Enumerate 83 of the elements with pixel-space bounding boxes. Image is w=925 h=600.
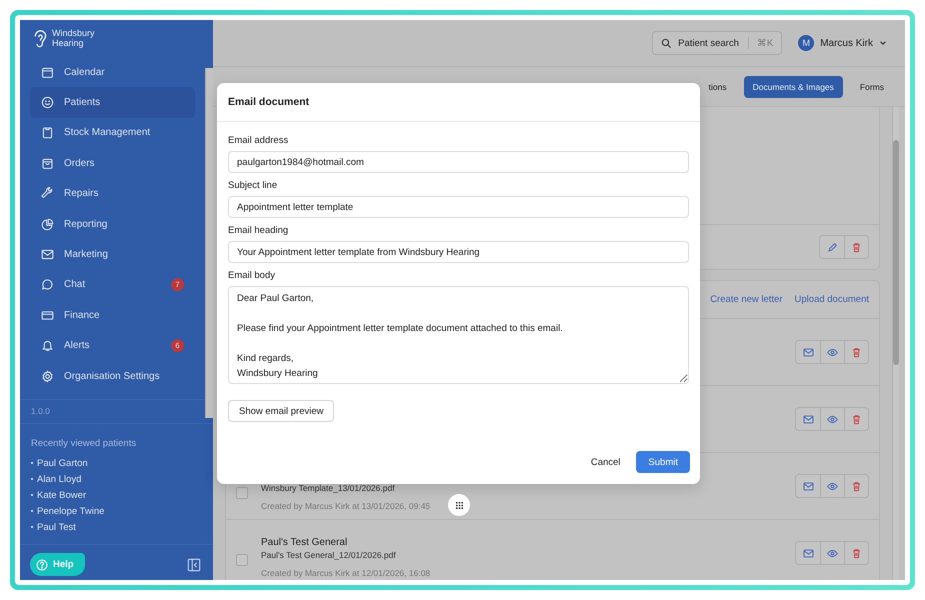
recent-patient-link[interactable]: Penelope Twine (31, 503, 202, 520)
avatar: M (798, 35, 814, 51)
checkbox[interactable] (236, 554, 248, 566)
patient-search-button[interactable]: Patient search ⌘K (652, 31, 782, 55)
field-label: Email body (228, 270, 276, 283)
field-label: Email address (228, 135, 290, 148)
user-name: Marcus Kirk (820, 38, 873, 48)
tab[interactable]: Forms (850, 76, 893, 98)
gear-icon (41, 370, 54, 383)
created-by-text: Created by Marcus Kirk at 13/01/2026, 09:45 (261, 500, 430, 510)
ear-logo-icon (32, 28, 49, 49)
show-preview-button[interactable]: Show email preview (228, 400, 334, 422)
tab[interactable]: tions (700, 76, 736, 98)
input-field[interactable]: paulgarton1984@hotmail.com (228, 151, 689, 173)
calendar-icon (41, 66, 54, 79)
envelope-icon (802, 414, 814, 424)
nav-item[interactable]: Calendar (30, 57, 195, 88)
bell-icon (41, 339, 54, 352)
nav-item[interactable]: Finance (30, 300, 195, 331)
envelope-icon (802, 548, 814, 558)
card-icon (41, 308, 54, 322)
trash-icon (851, 548, 862, 558)
trash-icon (851, 414, 862, 424)
scrollbar[interactable] (892, 107, 899, 580)
shortcut-label: ⌘K (748, 37, 774, 49)
field-label: Subject line (228, 180, 278, 193)
created-by-text: Created by Marcus Kirk at 12/01/2026, 16:08 (261, 568, 430, 578)
nav-item[interactable]: Organisation Settings (30, 360, 195, 392)
recent-patient-link[interactable]: Kate Bower (31, 487, 202, 504)
recent-patient-link[interactable]: Paul Garton (31, 455, 202, 472)
document-title: Paul's Test General (261, 536, 348, 550)
nav-item[interactable]: Repairs (30, 178, 195, 209)
delete-button[interactable] (844, 236, 868, 258)
nav-item[interactable]: Marketing (30, 239, 195, 270)
tab[interactable]: Documents & Images (744, 76, 843, 98)
action-link[interactable]: Create new letter (710, 294, 783, 305)
pie-icon (41, 218, 54, 231)
grid-dots-icon (454, 500, 464, 510)
envelope-icon (802, 480, 814, 492)
eye-icon (827, 414, 838, 424)
checkbox[interactable] (236, 487, 248, 499)
search-icon (661, 38, 672, 48)
brand-name: Windsbury Hearing (52, 29, 96, 48)
file-name: Winsbury Template_13/01/2026.pdf (261, 482, 396, 495)
eye-icon (827, 480, 838, 492)
wrench-icon (41, 187, 54, 200)
delete-button[interactable] (844, 341, 868, 363)
recent-patient-link[interactable]: Alan Lloyd (31, 471, 202, 488)
recent-patients-heading: Recently viewed patients (31, 438, 138, 450)
action-link[interactable]: Upload document (794, 294, 869, 305)
input-field[interactable]: Appointment letter template (228, 196, 689, 218)
nav-item[interactable]: Stock Management (30, 118, 195, 148)
user-menu[interactable]: M Marcus Kirk (798, 35, 887, 51)
trash-icon (851, 480, 862, 492)
cancel-button[interactable]: Cancel (586, 452, 624, 472)
delete-button[interactable] (844, 408, 868, 430)
bag-icon (41, 156, 54, 170)
mail-icon (41, 248, 54, 262)
envelope-icon (802, 346, 814, 358)
nav-item[interactable]: Orders (30, 148, 195, 179)
pencil-icon (826, 242, 838, 252)
nav-item[interactable]: Patients (30, 87, 195, 118)
submit-button[interactable]: Submit (636, 451, 690, 473)
trash-icon (851, 242, 862, 252)
input-field[interactable]: Your Appointment letter template from Windsbury Hearing (228, 241, 689, 263)
file-name: Paul's Test General_12/01/2026.pdf (261, 550, 397, 562)
scrollbar[interactable] (205, 68, 213, 418)
recent-patient-link[interactable]: Paul Test (31, 519, 202, 536)
trash-icon (851, 346, 862, 358)
eye-icon (827, 548, 838, 558)
chat-icon (41, 278, 54, 292)
delete-button[interactable] (844, 542, 868, 564)
field-label: Email heading (228, 225, 290, 238)
dialog-title: Email document (217, 83, 700, 122)
email-body-field[interactable]: Dear Paul Garton, Please find your Appointment letter template document attached to this email. Kind regards, Windsbury Hearing (228, 286, 689, 384)
chevron-down-icon (879, 39, 887, 47)
delete-button[interactable] (844, 475, 868, 497)
help-icon (36, 558, 48, 571)
nav-item[interactable]: Reporting (30, 208, 195, 240)
clipboard-icon (41, 126, 54, 140)
smiley-icon (41, 96, 54, 110)
collapse-sidebar-icon[interactable] (187, 558, 201, 572)
eye-icon (827, 346, 838, 358)
